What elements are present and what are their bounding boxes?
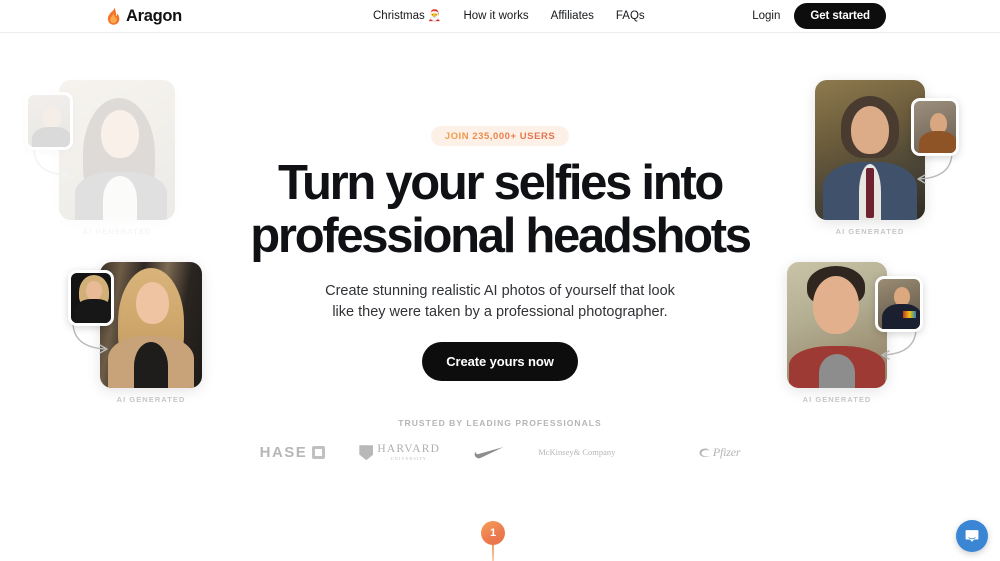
scroll-progress-indicator[interactable]: 1 xyxy=(481,521,505,561)
chase-octagon-icon xyxy=(312,446,326,460)
get-started-button[interactable]: Get started xyxy=(794,3,886,29)
trusted-label: TRUSTED BY LEADING PROFESSIONALS xyxy=(398,418,602,429)
ai-generated-caption: AI GENERATED xyxy=(116,395,186,404)
pfizer-oval-icon xyxy=(699,448,711,457)
mckinsey-company-logo: McKinsey & Company xyxy=(538,446,616,458)
showcase-card-right-top[interactable]: AI GENERATED xyxy=(815,80,959,236)
create-yours-now-button[interactable]: Create yours now xyxy=(422,342,578,382)
nav-item-christmas[interactable]: Christmas 🎅 xyxy=(373,10,441,22)
microsoft-logo xyxy=(649,445,665,461)
generated-headshot-image xyxy=(59,80,175,220)
brand-logo[interactable]: Aragon xyxy=(106,7,182,26)
selfie-photo xyxy=(914,101,956,153)
scroll-step-number: 1 xyxy=(481,521,505,545)
pfizer-logo: Pfizer xyxy=(699,445,741,460)
transform-arrow-icon xyxy=(33,147,69,180)
ai-generated-caption: AI GENERATED xyxy=(802,395,872,404)
showcase-card-left-bottom[interactable]: AI GENERATED xyxy=(68,262,202,404)
selfie-photo xyxy=(71,273,111,323)
headshot-photo xyxy=(787,262,887,388)
nike-swoosh-icon xyxy=(474,446,504,459)
pfizer-wordmark: Pfizer xyxy=(712,445,741,460)
harvard-shield-icon xyxy=(359,445,374,461)
source-selfie-thumbnail xyxy=(68,270,114,326)
nav-item-how-it-works[interactable]: How it works xyxy=(463,10,528,22)
chat-widget-button[interactable] xyxy=(956,520,988,552)
users-badge: JOIN 235,000+ USERS xyxy=(430,126,570,146)
jpmorgan-chase-logo: HASE xyxy=(260,444,326,461)
mckinsey-line-1: McKinsey xyxy=(538,446,574,457)
nav-item-label: Christmas xyxy=(373,10,425,22)
subtitle-line-2: like they were taken by a professional p… xyxy=(332,303,668,320)
ai-generated-caption: AI GENERATED xyxy=(82,227,152,236)
source-selfie-thumbnail xyxy=(911,98,959,156)
headshot-photo xyxy=(815,80,925,220)
ai-generated-caption: AI GENERATED xyxy=(835,227,905,236)
headshot-photo xyxy=(100,262,202,388)
main-nav: Christmas 🎅 How it works Affiliates FAQs xyxy=(373,10,645,22)
chase-wordmark: HASE xyxy=(259,444,308,462)
headshot-photo xyxy=(59,80,175,220)
brand-name: Aragon xyxy=(126,6,182,25)
generated-headshot-image xyxy=(787,262,887,388)
flame-icon xyxy=(107,7,120,25)
harvard-wordmark: HARVARD xyxy=(377,443,441,456)
nav-item-affiliates[interactable]: Affiliates xyxy=(551,10,594,22)
source-selfie-thumbnail xyxy=(875,276,923,332)
users-badge-label: JOIN 235,000+ USERS xyxy=(444,131,556,142)
scroll-progress-line xyxy=(492,545,494,561)
nike-logo xyxy=(474,446,504,460)
showcase-card-right-bottom[interactable]: AI GENERATED xyxy=(787,262,923,404)
santa-icon: 🎅 xyxy=(427,9,442,22)
brand-logo-row: HASE HARVARD UNIVERSITY McKinsey & Compa… xyxy=(0,444,1000,462)
subtitle-line-1: Create stunning realistic AI photos of y… xyxy=(325,283,675,299)
generated-headshot-image xyxy=(815,80,925,220)
harvard-subtext: UNIVERSITY xyxy=(390,455,428,461)
site-header: Aragon Christmas 🎅 How it works Affiliat… xyxy=(0,0,1000,33)
nav-item-faqs[interactable]: FAQs xyxy=(616,10,645,22)
source-selfie-thumbnail xyxy=(25,92,73,150)
mckinsey-line-2: & Company xyxy=(573,446,616,457)
selfie-photo xyxy=(878,279,920,329)
generated-headshot-image xyxy=(100,262,202,388)
showcase-card-left-top[interactable]: AI GENERATED xyxy=(25,80,175,236)
landing-page: Aragon Christmas 🎅 How it works Affiliat… xyxy=(0,0,1000,561)
selfie-photo xyxy=(28,95,70,147)
harvard-university-logo: HARVARD UNIVERSITY xyxy=(359,444,440,461)
headline-line-1: Turn your selfies into xyxy=(278,156,724,210)
header-actions: Login Get started xyxy=(752,3,886,29)
login-link[interactable]: Login xyxy=(752,10,780,22)
chat-bubble-icon xyxy=(965,530,979,542)
